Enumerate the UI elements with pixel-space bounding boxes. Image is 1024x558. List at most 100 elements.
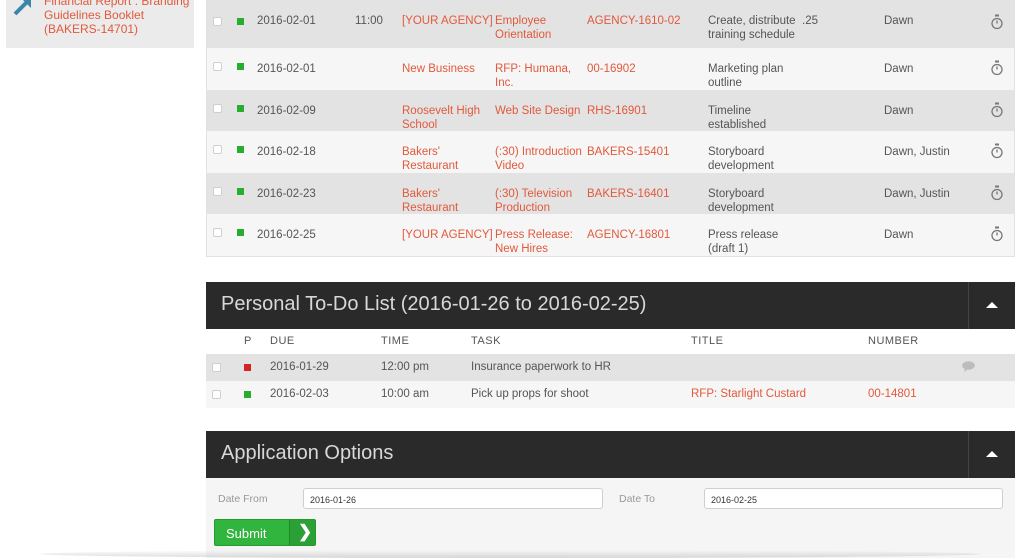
header-time[interactable]: TIME xyxy=(381,335,409,347)
todo-time: 12:00 pm xyxy=(381,361,429,373)
submit-button[interactable]: Submit ❯ xyxy=(214,519,316,546)
task-row: 2016-02-01 11:00 [YOUR AGENCY] Employee Orie… xyxy=(207,0,1014,48)
sidebar-report-link[interactable]: Financial Report : Branding Guidelines B… xyxy=(44,0,190,36)
task-client-link[interactable]: [YOUR AGENCY] xyxy=(402,14,493,28)
stopwatch-icon[interactable] xyxy=(990,60,1004,76)
sidebar-link-line: Financial Report : Branding xyxy=(44,0,190,8)
task-client-link[interactable]: [YOUR AGENCY] xyxy=(402,228,493,242)
row-checkbox[interactable] xyxy=(213,103,222,113)
task-number-link[interactable]: RHS-16901 xyxy=(587,104,647,118)
row-checkbox[interactable] xyxy=(213,228,222,237)
header-task[interactable]: TASK xyxy=(471,335,501,347)
row-checkbox[interactable] xyxy=(213,145,222,154)
todo-row: 2016-01-29 12:00 pm Insurance paperwork … xyxy=(206,354,1015,381)
task-job-link[interactable]: (:30) Introduction Video xyxy=(495,145,582,173)
task-date: 2016-02-09 xyxy=(257,104,316,117)
todo-title-link[interactable]: RFP: Starlight Custard xyxy=(691,388,806,400)
bottom-shadow xyxy=(40,550,980,558)
task-job-link[interactable]: Press Release: New Hires xyxy=(495,228,573,256)
task-number-link[interactable]: AGENCY-16801 xyxy=(587,228,670,242)
stopwatch-icon[interactable] xyxy=(990,143,1004,159)
task-number-link[interactable]: BAKERS-16401 xyxy=(587,187,669,201)
priority-indicator xyxy=(237,104,244,112)
tasks-table: 2016-02-01 11:00 [YOUR AGENCY] Employee Orie… xyxy=(206,0,1015,257)
task-job-link[interactable]: Employee Orientation xyxy=(495,14,551,42)
priority-indicator xyxy=(244,364,251,371)
row-checkbox[interactable] xyxy=(213,62,222,71)
header-title[interactable]: TITLE xyxy=(691,335,723,347)
task-row: 2016-02-23 Bakers' Restaurant (:30) Televis… xyxy=(207,172,1014,215)
caret-up-icon xyxy=(986,302,998,308)
priority-indicator xyxy=(237,63,244,70)
row-checkbox[interactable] xyxy=(212,363,221,372)
arrow-up-right-icon xyxy=(13,0,31,16)
stopwatch-icon[interactable] xyxy=(990,185,1004,201)
task-description: Press release (draft 1) xyxy=(708,229,779,255)
task-number-link[interactable]: 00-16902 xyxy=(587,62,636,76)
caret-up-icon xyxy=(986,451,998,457)
task-assignee: Dawn xyxy=(884,229,914,241)
todo-panel-header: Personal To-Do List (2016-01-26 to 2016-… xyxy=(206,282,1015,329)
task-client-link[interactable]: New Business xyxy=(402,62,475,76)
header-number[interactable]: NUMBER xyxy=(868,335,919,347)
task-job-link[interactable]: (:30) Television Production xyxy=(495,187,572,215)
row-checkbox[interactable] xyxy=(213,17,222,26)
task-assignee: Dawn xyxy=(884,104,914,117)
priority-indicator xyxy=(237,187,244,195)
todo-due: 2016-01-29 xyxy=(270,361,329,373)
header-priority: P xyxy=(244,335,252,347)
date-from-input[interactable]: 2016-01-26 xyxy=(303,488,603,509)
task-row: 2016-02-01 New Business RFP: Humana, Inc. 00… xyxy=(207,48,1014,90)
chevron-right-icon: ❯ xyxy=(289,520,315,545)
options-panel-header: Application Options xyxy=(206,431,1015,478)
options-panel-body: Date From 2016-01-26 Date To 2016-02-25 … xyxy=(206,478,1015,558)
todo-collapse-button[interactable] xyxy=(969,282,1015,329)
task-description: Storyboard development xyxy=(708,187,774,214)
task-assignee: Dawn, Justin xyxy=(884,187,950,200)
date-from-label: Date From xyxy=(218,493,268,505)
sidebar-link-line: Guidelines Booklet xyxy=(44,8,145,22)
priority-indicator xyxy=(244,391,251,398)
task-row: 2016-02-09 Roosevelt High School Web Site D… xyxy=(207,89,1014,132)
task-number-link[interactable]: BAKERS-15401 xyxy=(587,145,669,159)
task-description: Create, distribute training schedule xyxy=(708,15,796,41)
stopwatch-icon[interactable] xyxy=(990,226,1004,242)
header-due[interactable]: DUE xyxy=(270,335,295,347)
task-assignee: Dawn xyxy=(884,63,914,75)
task-date: 2016-02-01 xyxy=(257,63,316,75)
sidebar-link-line: (BAKERS-14701) xyxy=(44,22,139,36)
task-description: Storyboard development xyxy=(708,146,774,172)
submit-label: Submit xyxy=(226,526,267,541)
task-client-link[interactable]: Bakers' Restaurant xyxy=(402,187,458,215)
page: Financial Report : Branding Guidelines B… xyxy=(0,0,1024,558)
todo-due: 2016-02-03 xyxy=(270,388,329,400)
task-assignee: Dawn, Justin xyxy=(884,146,950,158)
task-date: 2016-02-01 xyxy=(257,15,316,27)
stopwatch-icon[interactable] xyxy=(990,102,1004,118)
date-to-label: Date To xyxy=(619,493,655,505)
priority-indicator xyxy=(237,18,244,25)
todo-row: 2016-02-03 10:00 am Pick up props for sh… xyxy=(206,381,1015,408)
todo-time: 10:00 am xyxy=(381,388,429,400)
stopwatch-icon[interactable] xyxy=(990,14,1004,30)
row-checkbox[interactable] xyxy=(213,186,222,196)
task-assignee: Dawn xyxy=(884,15,914,27)
todo-header-row: P DUE TIME TASK TITLE NUMBER xyxy=(206,329,1015,353)
row-checkbox[interactable] xyxy=(212,390,221,399)
date-to-input[interactable]: 2016-02-25 xyxy=(704,488,1003,509)
todo-task[interactable]: Insurance paperwork to HR xyxy=(471,361,611,373)
task-job-link[interactable]: Web Site Design xyxy=(495,104,580,118)
task-client-link[interactable]: Roosevelt High School xyxy=(402,104,480,132)
comment-bubble-icon[interactable] xyxy=(962,361,975,372)
options-collapse-button[interactable] xyxy=(969,431,1015,478)
task-description: Marketing plan outline xyxy=(708,63,784,89)
todo-task[interactable]: Pick up props for shoot xyxy=(471,388,589,400)
task-job-link[interactable]: RFP: Humana, Inc. xyxy=(495,62,571,90)
task-number-link[interactable]: AGENCY-1610-02 xyxy=(587,14,681,28)
task-client-link[interactable]: Bakers' Restaurant xyxy=(402,145,458,173)
task-hours: .25 xyxy=(802,15,818,27)
todo-panel-title: Personal To-Do List (2016-01-26 to 2016-… xyxy=(221,293,647,315)
task-row: 2016-02-25 [YOUR AGENCY] Press Release: New… xyxy=(207,214,1014,256)
priority-indicator xyxy=(237,146,244,153)
todo-number-link[interactable]: 00-14801 xyxy=(868,388,917,400)
